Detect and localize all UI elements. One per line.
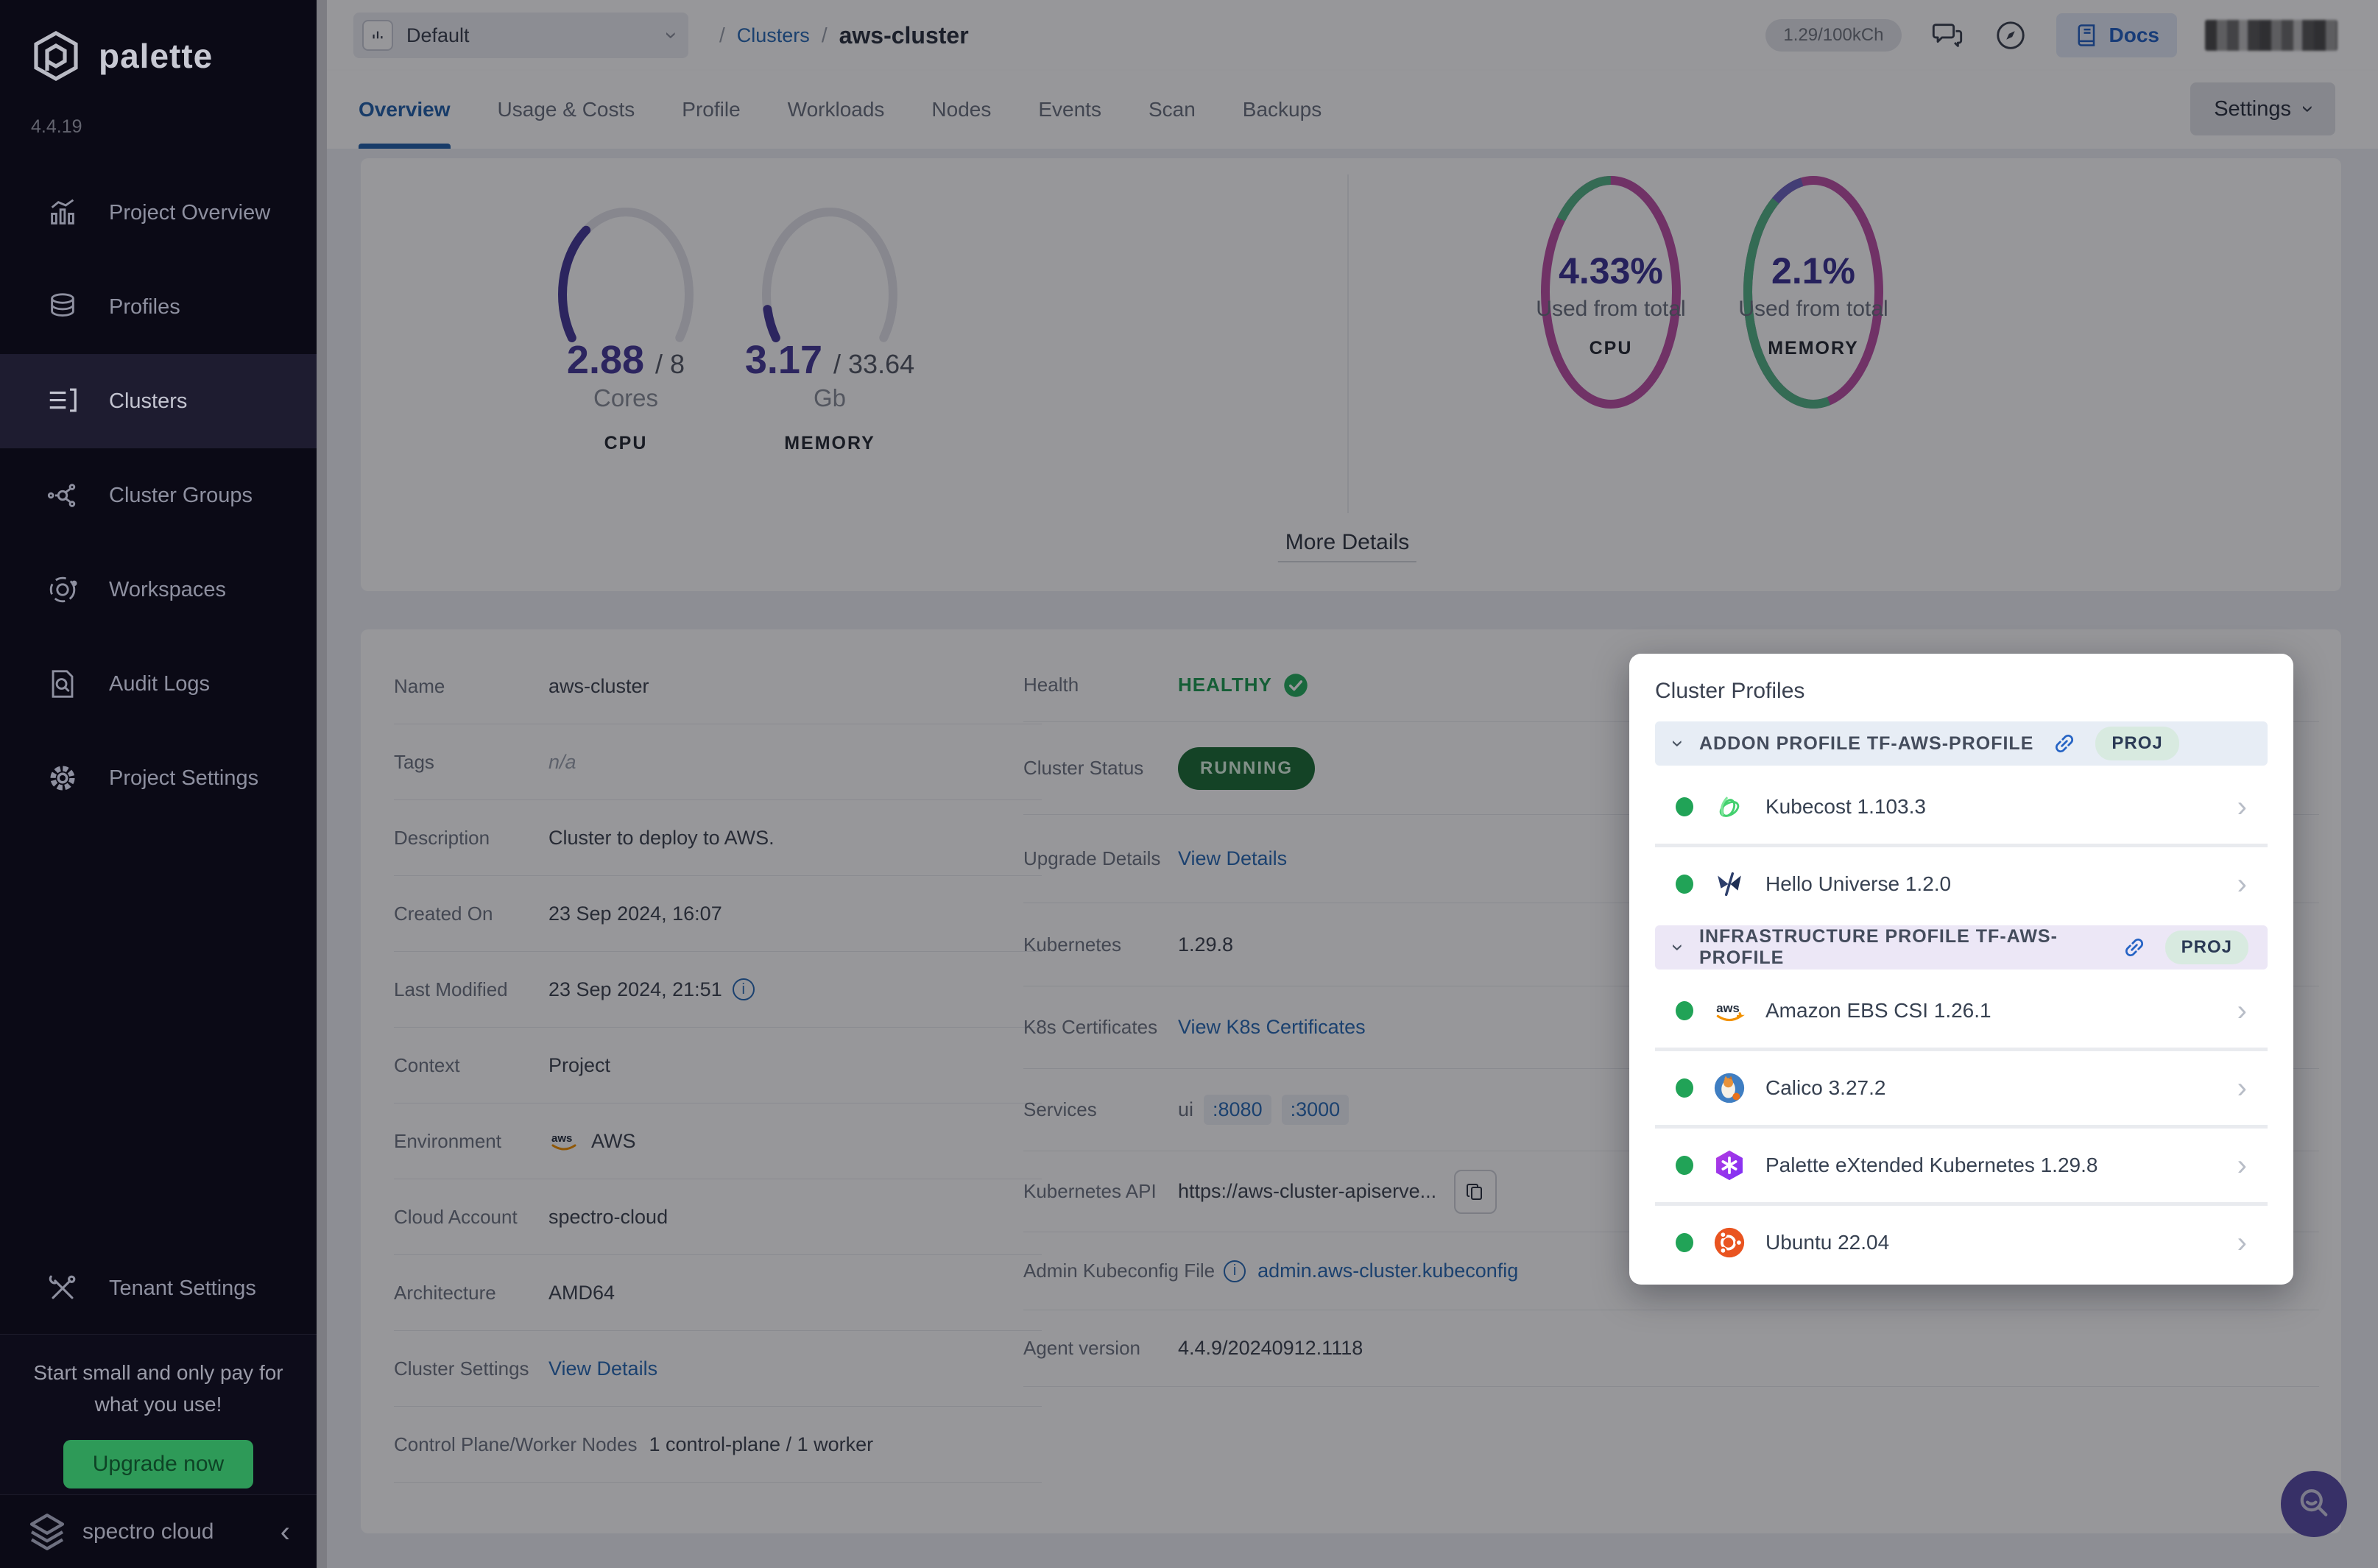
chevron-right-icon: › bbox=[2237, 1228, 2247, 1257]
addon-profile-name: ADDON PROFILE TF-AWS-PROFILE bbox=[1699, 733, 2033, 755]
scope-badge: PROJ bbox=[2165, 930, 2248, 964]
hello-universe-logo bbox=[1712, 867, 1746, 901]
chevron-right-icon: › bbox=[2237, 869, 2247, 899]
sidebar-item-project-overview[interactable]: Project Overview bbox=[0, 166, 317, 260]
upgrade-now-button[interactable]: Upgrade now bbox=[63, 1440, 253, 1488]
profile-item-name: Ubuntu 22.04 bbox=[1765, 1231, 1889, 1254]
tenant-settings-tools-icon bbox=[46, 1271, 80, 1305]
sidebar-item-audit-logs[interactable]: Audit Logs bbox=[0, 637, 317, 731]
status-dot-icon bbox=[1676, 1156, 1693, 1175]
status-dot-icon bbox=[1676, 1078, 1693, 1098]
scope-badge: PROJ bbox=[2095, 727, 2178, 760]
chevron-right-icon: › bbox=[2237, 996, 2247, 1025]
palette-hexagon-icon bbox=[29, 29, 82, 82]
infrastructure-profile-header[interactable]: › INFRASTRUCTURE PROFILE TF-AWS-PROFILE … bbox=[1655, 925, 2268, 970]
calico-logo bbox=[1712, 1071, 1746, 1105]
aws-logo: aws bbox=[1712, 994, 1746, 1028]
palette-pxk-logo bbox=[1712, 1148, 1746, 1182]
sidebar-collapse-icon[interactable]: ‹ bbox=[281, 1517, 290, 1547]
profile-item-name: Palette eXtended Kubernetes 1.29.8 bbox=[1765, 1154, 2097, 1177]
sidebar-item-label: Tenant Settings bbox=[109, 1276, 256, 1301]
sidebar-item-cluster-groups[interactable]: Cluster Groups bbox=[0, 448, 317, 543]
palette-logo: palette bbox=[29, 29, 213, 82]
svg-text:aws: aws bbox=[1716, 1001, 1740, 1015]
palette-console: palette 4.4.19 Project Overview bbox=[0, 0, 2378, 1568]
sidebar-item-label: Project Overview bbox=[109, 201, 270, 225]
sidebar-footer: spectro cloud ‹ bbox=[0, 1494, 317, 1568]
profile-item-amazon-ebs-csi[interactable]: aws Amazon EBS CSI 1.26.1 › bbox=[1655, 974, 2268, 1048]
chevron-down-icon: › bbox=[1665, 944, 1690, 951]
sidebar-nav: Project Overview Profiles bbox=[0, 166, 317, 825]
link-chain-icon bbox=[2051, 730, 2078, 757]
sidebar: palette 4.4.19 Project Overview bbox=[0, 0, 317, 1568]
sidebar-item-tenant-settings[interactable]: Tenant Settings bbox=[0, 1244, 317, 1332]
profile-item-name: Amazon EBS CSI 1.26.1 bbox=[1765, 999, 1991, 1023]
link-chain-icon bbox=[2121, 934, 2148, 961]
panel-title: Cluster Profiles bbox=[1655, 679, 2268, 704]
sidebar-item-label: Audit Logs bbox=[109, 672, 210, 696]
brand-name: palette bbox=[99, 36, 213, 76]
audit-logs-icon bbox=[46, 667, 80, 701]
profile-item-hello-universe[interactable]: Hello Universe 1.2.0 › bbox=[1655, 847, 2268, 921]
footer-brand: spectro cloud bbox=[82, 1519, 214, 1544]
chevron-right-icon: › bbox=[2237, 792, 2247, 822]
profile-item-calico[interactable]: Calico 3.27.2 › bbox=[1655, 1051, 2268, 1125]
addon-profile-header[interactable]: › ADDON PROFILE TF-AWS-PROFILE PROJ bbox=[1655, 721, 2268, 766]
chevron-down-icon: › bbox=[1665, 740, 1690, 747]
infrastructure-profile-name: INFRASTRUCTURE PROFILE TF-AWS-PROFILE bbox=[1699, 926, 2103, 969]
chevron-right-icon: › bbox=[2237, 1151, 2247, 1180]
sidebar-item-label: Project Settings bbox=[109, 766, 258, 791]
ubuntu-logo bbox=[1712, 1226, 1746, 1260]
profile-item-kubecost[interactable]: Kubecost 1.103.3 › bbox=[1655, 770, 2268, 844]
profile-item-name: Kubecost 1.103.3 bbox=[1765, 795, 1926, 819]
sidebar-item-label: Profiles bbox=[109, 295, 180, 319]
profiles-icon bbox=[46, 290, 80, 324]
sidebar-item-profiles[interactable]: Profiles bbox=[0, 260, 317, 354]
status-dot-icon bbox=[1676, 875, 1693, 894]
promo-text: Start small and only pay for what you us… bbox=[0, 1357, 317, 1421]
spectro-cloud-logo-icon bbox=[27, 1511, 68, 1553]
profile-item-name: Hello Universe 1.2.0 bbox=[1765, 872, 1951, 896]
project-settings-gear-icon bbox=[46, 761, 80, 795]
profile-item-name: Calico 3.27.2 bbox=[1765, 1076, 1885, 1100]
status-dot-icon bbox=[1676, 1233, 1693, 1252]
status-dot-icon bbox=[1676, 1001, 1693, 1020]
app-version: 4.4.19 bbox=[31, 116, 82, 138]
sidebar-item-label: Workspaces bbox=[109, 578, 226, 602]
infrastructure-profile-items: aws Amazon EBS CSI 1.26.1 › bbox=[1655, 974, 2268, 1279]
profile-item-ubuntu[interactable]: Ubuntu 22.04 › bbox=[1655, 1206, 2268, 1279]
upgrade-promo: Start small and only pay for what you us… bbox=[0, 1334, 317, 1494]
project-overview-icon bbox=[46, 196, 80, 230]
sidebar-item-workspaces[interactable]: Workspaces bbox=[0, 543, 317, 637]
addon-profile-items: Kubecost 1.103.3 › Hello Universe 1.2.0 … bbox=[1655, 770, 2268, 921]
chevron-right-icon: › bbox=[2237, 1073, 2247, 1103]
sidebar-item-project-settings[interactable]: Project Settings bbox=[0, 731, 317, 825]
profile-item-palette-extended-kubernetes[interactable]: Palette eXtended Kubernetes 1.29.8 › bbox=[1655, 1129, 2268, 1202]
sidebar-item-label: Clusters bbox=[109, 389, 187, 414]
clusters-icon bbox=[46, 384, 80, 418]
status-dot-icon bbox=[1676, 797, 1693, 816]
kubecost-logo bbox=[1712, 790, 1746, 824]
workspaces-icon bbox=[46, 573, 80, 607]
cluster-profiles-panel: Cluster Profiles › ADDON PROFILE TF-AWS-… bbox=[1629, 654, 2293, 1285]
cluster-groups-icon bbox=[46, 478, 80, 512]
sidebar-item-clusters[interactable]: Clusters bbox=[0, 354, 317, 448]
sidebar-item-label: Cluster Groups bbox=[109, 484, 253, 508]
